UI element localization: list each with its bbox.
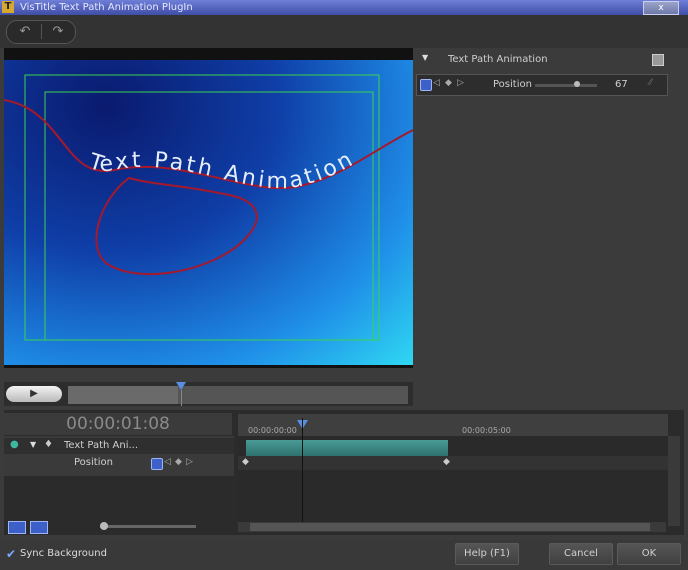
expand-tracks-icon[interactable] (30, 521, 48, 534)
preview-canvas: Text Path Animation (4, 60, 413, 365)
sub-next-keyframe-icon[interactable]: ▷ (186, 457, 193, 467)
track-row[interactable]: ● ▼ ♦ Text Path Ani... (4, 438, 234, 454)
undo-redo-group: ↶ ↷ (6, 20, 76, 44)
sub-track-label: Position (74, 457, 113, 468)
expand-icon[interactable]: ▼ (422, 53, 428, 62)
effect-clip[interactable] (246, 440, 448, 456)
animated-text: Text Path Animation (85, 146, 359, 194)
position-slider-thumb[interactable] (573, 81, 580, 87)
track-name: Text Path Ani... (64, 440, 139, 451)
position-slider[interactable] (535, 84, 597, 87)
zoom-slider-thumb[interactable] (100, 522, 108, 530)
close-button[interactable]: x (643, 1, 679, 15)
sub-prev-keyframe-icon[interactable]: ◁ (164, 457, 171, 467)
prev-keyframe-icon[interactable]: ◁ (433, 78, 440, 88)
effect-icon: ♦ (44, 439, 53, 450)
sync-checkbox[interactable]: ✔ (6, 547, 16, 561)
track-expand-icon[interactable]: ▼ (30, 440, 36, 449)
help-button[interactable]: Help (F1) (455, 543, 519, 565)
sync-label: Sync Background (20, 548, 107, 559)
resize-grip-icon: ⁄⁄ (649, 78, 653, 88)
divider (41, 24, 42, 39)
play-button[interactable]: ▶ (6, 386, 62, 402)
toolbar (0, 15, 688, 48)
properties-header[interactable]: ▼ Text Path Animation (416, 52, 670, 68)
app-icon: T (2, 1, 14, 13)
title-safe-area (44, 91, 374, 341)
properties-panel (414, 48, 688, 410)
keyframe-marker[interactable]: ◆ (443, 457, 450, 467)
action-safe-area (24, 74, 380, 341)
sub-track-row: Position ◁ ◆ ▷ (4, 455, 234, 471)
animated-text-path: Text Path Animation (85, 146, 356, 194)
playhead-line (302, 418, 303, 526)
zoom-slider[interactable] (100, 525, 196, 528)
sub-keyframe-toggle-icon[interactable] (151, 458, 163, 470)
redo-icon[interactable]: ↷ (43, 23, 73, 40)
keyframe-toggle-icon[interactable] (420, 79, 432, 91)
current-timecode: 00:00:01:08 (4, 413, 232, 435)
keyframe-marker[interactable]: ◆ (242, 457, 249, 467)
ruler-mid-label: 00:00:05:00 (462, 426, 511, 435)
add-keyframe-icon[interactable]: ◆ (445, 78, 452, 88)
next-keyframe-icon[interactable]: ▷ (457, 78, 464, 88)
position-value[interactable]: 67 (615, 79, 628, 90)
fit-icon[interactable] (8, 521, 26, 534)
track-visibility-icon[interactable]: ● (10, 439, 19, 450)
scrubber-line (181, 390, 182, 406)
preview-graphic: Text Path Animation (4, 74, 413, 341)
undo-icon[interactable]: ↶ (10, 23, 40, 40)
position-label: Position (493, 79, 532, 90)
ok-button[interactable]: OK (617, 543, 681, 565)
sub-add-keyframe-icon[interactable]: ◆ (175, 457, 182, 467)
scrubber-thumb[interactable] (176, 382, 186, 390)
scrubber-fill (68, 386, 178, 404)
cancel-button[interactable]: Cancel (549, 543, 613, 565)
motion-path-loop[interactable] (95, 176, 258, 276)
position-param-row: ◁ ◆ ▷ Position 67 ⁄⁄ (416, 74, 668, 96)
window-title: VisTitle Text Path Animation PlugIn (20, 2, 193, 13)
ruler-start-label: 00:00:00:00 (248, 426, 297, 435)
horizontal-scroll-thumb[interactable] (250, 523, 650, 531)
vertical-scrollbar[interactable] (668, 436, 680, 526)
effect-enable-checkbox[interactable] (652, 54, 664, 66)
play-icon: ▶ (30, 388, 38, 399)
properties-title: Text Path Animation (448, 54, 548, 65)
